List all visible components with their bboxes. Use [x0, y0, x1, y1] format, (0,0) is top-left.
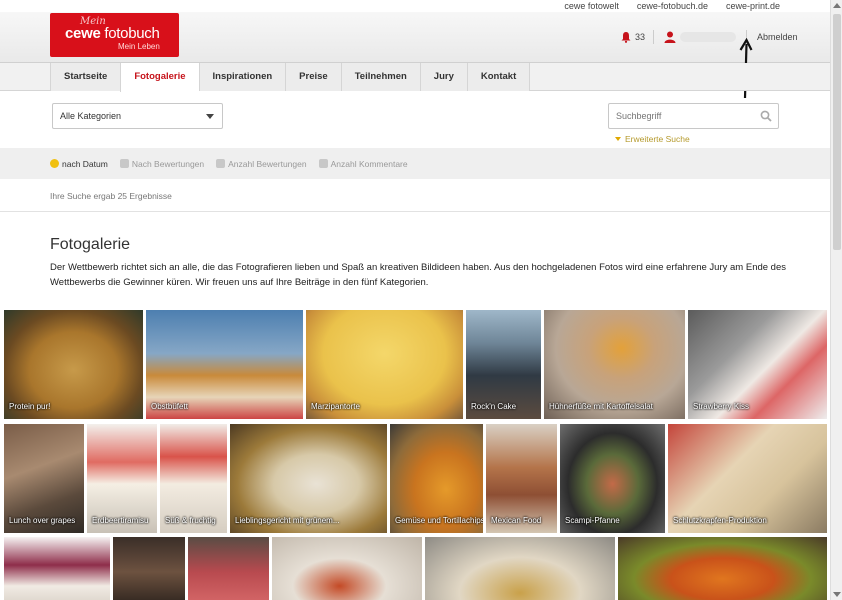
category-select-value: Alle Kategorien	[60, 111, 122, 121]
tile-caption: Hühnerfüße mit Kartoffelsalat	[549, 402, 653, 411]
user-icon[interactable]	[664, 31, 676, 43]
nav-fotogalerie[interactable]: Fotogalerie	[120, 63, 199, 92]
scroll-thumb[interactable]	[833, 14, 841, 250]
sort-bar: nach Datum Nach Bewertungen Anzahl Bewer…	[0, 148, 830, 179]
gallery-tile[interactable]: Rock'n Cake	[466, 310, 541, 419]
main-nav: Startseite Fotogalerie Inspirationen Pre…	[0, 63, 830, 92]
tile-caption: Lieblingsgericht mit grünem...	[235, 516, 340, 525]
tile-caption: Erdbeertiramisu	[92, 516, 149, 525]
gallery-tile[interactable]: Erdbeertiramisu	[87, 424, 157, 533]
gallery-tile[interactable]: Mexican Food	[486, 424, 557, 533]
scroll-up-icon[interactable]	[833, 3, 841, 8]
tile-caption: Süß & fruchtig	[165, 516, 216, 525]
tile-caption: Lunch over grapes	[9, 516, 76, 525]
tile-caption: Mexican Food	[491, 516, 542, 525]
gallery-tile[interactable]: Gemüse und Tortillachips	[390, 424, 483, 533]
scroll-down-icon[interactable]	[833, 592, 841, 597]
tile-caption: Obstbüfett	[151, 402, 188, 411]
gallery-tile[interactable]: Süß & fruchtig	[160, 424, 227, 533]
tile-caption: Rock'n Cake	[471, 402, 517, 411]
tile-caption: Schlutzkrapfen-Produktion	[673, 516, 767, 525]
gallery-tile[interactable]	[618, 537, 827, 600]
bell-icon[interactable]	[620, 31, 632, 43]
gallery-tile[interactable]: Scampi-Pfanne	[560, 424, 665, 533]
sort-by-rating[interactable]: Nach Bewertungen	[119, 159, 204, 169]
bulb-icon	[50, 159, 59, 168]
gallery-tile[interactable]	[4, 537, 110, 600]
gallery-tile[interactable]: Marzipantorte	[306, 310, 463, 419]
triangle-down-icon	[615, 137, 621, 141]
tile-caption: Protein pur!	[9, 402, 51, 411]
comment-icon	[318, 159, 328, 168]
tile-caption: Marzipantorte	[311, 402, 360, 411]
top-links: cewe fotowelt cewe-fotobuch.de cewe-prin…	[0, 0, 830, 12]
gallery-tile[interactable]	[425, 537, 615, 600]
header: Mein cewe fotobuch Mein Leben 33 Abmelde…	[0, 12, 830, 63]
nav-startseite[interactable]: Startseite	[50, 63, 121, 91]
sort-by-comments[interactable]: Anzahl Kommentare	[318, 159, 408, 169]
gallery-tile[interactable]: Strawberry Kiss	[688, 310, 827, 419]
nav-inspirationen[interactable]: Inspirationen	[198, 63, 286, 91]
gallery-tile[interactable]	[272, 537, 422, 600]
link-cewe-fotowelt[interactable]: cewe fotowelt	[564, 0, 619, 12]
header-divider	[653, 30, 655, 44]
vertical-scrollbar[interactable]	[830, 0, 842, 600]
logout-link[interactable]: Abmelden	[757, 32, 798, 42]
gallery-tile[interactable]: Lunch over grapes	[4, 424, 84, 533]
thumb-icon	[216, 159, 226, 168]
link-cewe-fotobuch[interactable]: cewe-fotobuch.de	[637, 0, 708, 12]
gallery-tile[interactable]: Schlutzkrapfen-Produktion	[668, 424, 827, 533]
nav-preise[interactable]: Preise	[285, 63, 341, 91]
camera-icon	[119, 159, 129, 168]
nav-jury[interactable]: Jury	[419, 63, 467, 91]
sort-by-rating-count[interactable]: Anzahl Bewertungen	[216, 159, 307, 169]
advanced-search-label: Erweiterte Suche	[625, 134, 690, 144]
category-select[interactable]: Alle Kategorien	[52, 103, 223, 129]
logo-sub: Mein Leben	[118, 42, 160, 51]
logo[interactable]: Mein cewe fotobuch Mein Leben	[50, 13, 179, 57]
search-icon[interactable]	[760, 110, 772, 122]
link-cewe-print[interactable]: cewe-print.de	[726, 0, 780, 12]
search-input[interactable]	[608, 103, 779, 129]
page-title: Fotogalerie	[50, 236, 131, 253]
gallery-tile[interactable]	[113, 537, 185, 600]
intro-text: Der Wettbewerb richtet sich an alle, die…	[50, 262, 786, 288]
username-redacted	[680, 32, 737, 42]
advanced-search-link[interactable]: Erweiterte Suche	[615, 134, 690, 144]
notification-count: 33	[635, 32, 646, 42]
gallery-tile[interactable]: Protein pur!	[4, 310, 143, 419]
gallery-tile[interactable]: Obstbüfett	[146, 310, 303, 419]
gallery-tile[interactable]: Lieblingsgericht mit grünem...	[230, 424, 387, 533]
gallery-tile[interactable]	[188, 537, 269, 600]
header-user-area: 33 Abmelden	[620, 30, 798, 44]
sort-by-date[interactable]: nach Datum	[50, 159, 108, 169]
gallery-tile[interactable]: Hühnerfüße mit Kartoffelsalat	[544, 310, 685, 419]
chevron-down-icon	[206, 114, 214, 119]
tile-caption: Strawberry Kiss	[693, 402, 750, 411]
nav-kontakt[interactable]: Kontakt	[466, 63, 531, 91]
nav-teilnehmen[interactable]: Teilnehmen	[340, 63, 420, 91]
tile-caption: Scampi-Pfanne	[565, 516, 620, 525]
logo-brand: cewe fotobuch	[65, 25, 160, 42]
divider	[0, 211, 830, 212]
results-count: Ihre Suche ergab 25 Ergebnisse	[50, 191, 172, 201]
tile-caption: Gemüse und Tortillachips	[395, 516, 483, 525]
